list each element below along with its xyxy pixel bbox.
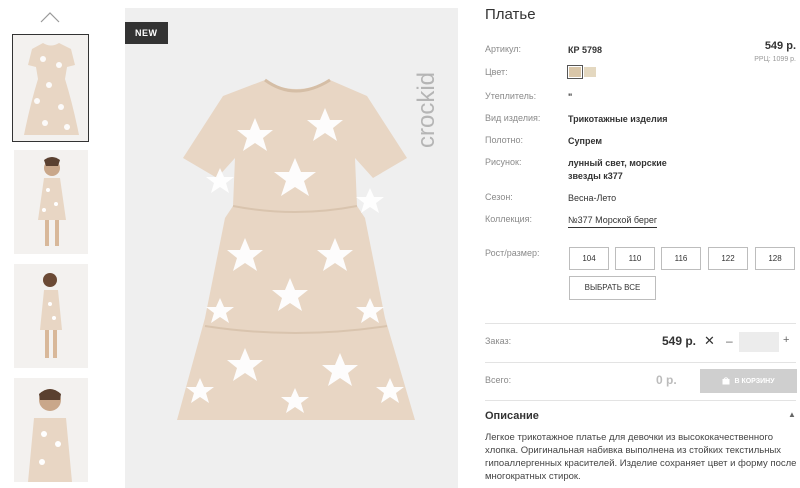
main-product-image[interactable]: NEW crockid [125,8,458,488]
color-swatch-2[interactable] [584,67,596,77]
color-swatch-1[interactable] [567,65,583,79]
description-title: Описание [485,410,539,422]
divider [485,362,796,363]
quantity-input[interactable] [739,332,779,352]
add-to-cart-button[interactable]: В КОРЗИНУ [700,369,797,393]
description-text: Легкое трикотажное платье для девочки из… [485,432,797,482]
thumbnail-model-side[interactable] [14,264,88,368]
order-price: 549 р. [662,334,697,348]
brand-logo-text: crockid [416,72,440,148]
cart-icon [722,377,730,385]
new-badge: NEW [125,22,168,44]
size-button-110[interactable]: 110 [615,247,655,270]
dress-illustration [125,8,458,488]
divider [485,400,796,401]
size-button-128[interactable]: 128 [755,247,795,270]
product-rrp: РРЦ: 1099 р. [754,56,796,63]
order-label: Заказ: [485,336,512,346]
divider [485,323,796,324]
brand-logo: crockid [416,72,440,148]
select-all-sizes-button[interactable]: ВЫБРАТЬ ВСЕ [569,276,656,300]
thumbnail-model-front[interactable] [14,150,88,254]
thumbnails-up-arrow-icon[interactable] [40,10,60,24]
size-button-122[interactable]: 122 [708,247,748,270]
collapse-caret-icon[interactable]: ▲ [788,410,796,419]
collection-link[interactable]: №377 Морской берег [568,215,658,228]
quantity-decrease-button[interactable]: – [726,334,733,348]
multiply-icon: ✕ [704,333,715,348]
size-button-116[interactable]: 116 [661,247,701,270]
total-label: Всего: [485,375,512,385]
product-title: Платье [485,6,536,23]
total-value: 0 р. [656,373,677,387]
size-button-104[interactable]: 104 [569,247,609,270]
add-to-cart-label: В КОРЗИНУ [734,377,775,385]
product-price: 549 р. [764,40,796,52]
thumbnail-model-closeup[interactable] [14,378,88,482]
quantity-increase-button[interactable]: + [783,334,789,346]
thumbnail-dress[interactable] [12,34,89,142]
